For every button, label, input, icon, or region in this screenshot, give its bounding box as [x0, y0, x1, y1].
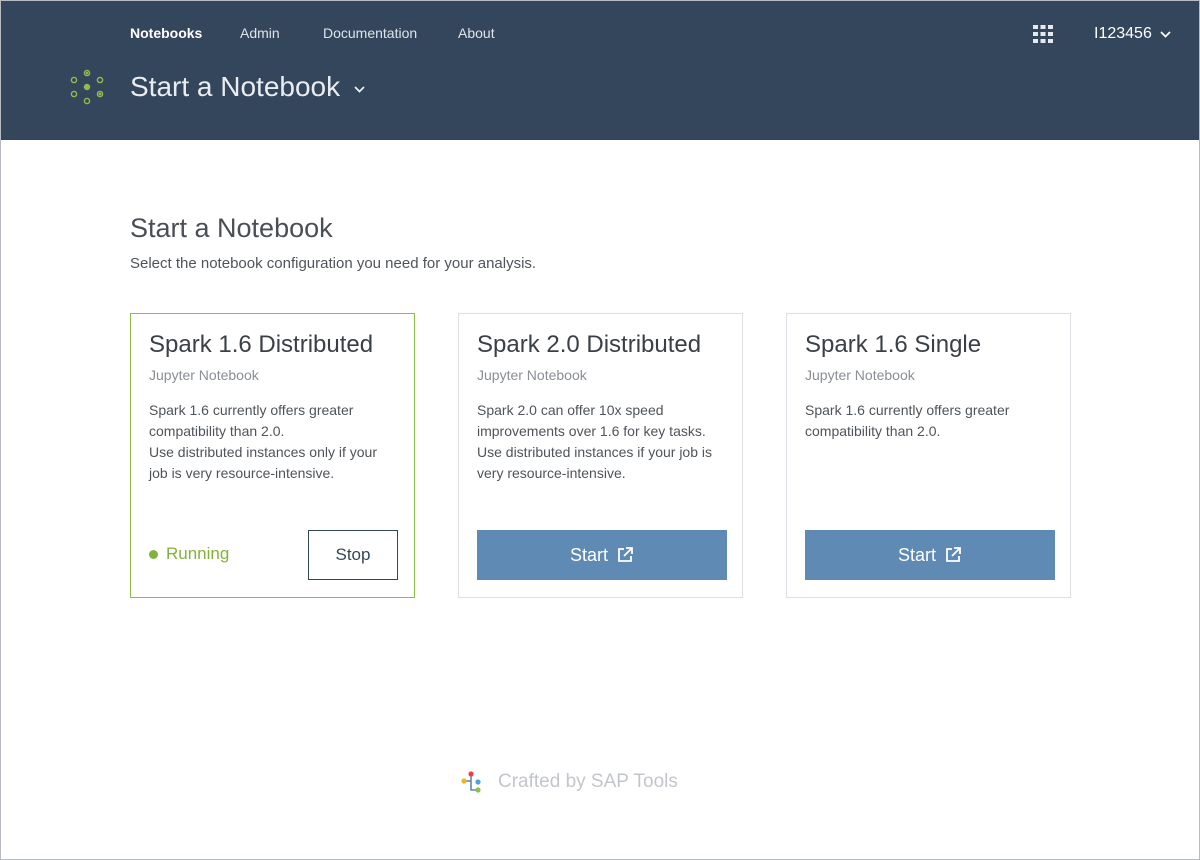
start-button[interactable]: Start — [805, 530, 1055, 580]
sap-tools-logo-icon — [460, 770, 484, 794]
app-window: Notebooks Admin Documentation About I123… — [0, 0, 1200, 860]
card-description-line: job is very resource-intensive. — [149, 465, 335, 481]
start-button-label: Start — [569, 544, 608, 565]
card-description-line: improvements over 1.6 for key tasks. — [477, 423, 706, 439]
external-link-icon — [944, 546, 962, 564]
notebook-card-spark20-distributed: Spark 2.0 Distributed Jupyter Notebook S… — [458, 313, 743, 598]
app-title: Start a Notebook — [130, 71, 341, 102]
stop-button[interactable]: Stop — [308, 530, 398, 580]
notebook-card-spark16-distributed: Spark 1.6 Distributed Jupyter Notebook S… — [130, 313, 415, 598]
status-text: Running — [166, 544, 230, 563]
external-link-icon — [616, 546, 634, 564]
card-description-line: compatibility than 2.0. — [149, 423, 285, 439]
chevron-down-icon — [1160, 30, 1171, 38]
top-header: Notebooks Admin Documentation About I123… — [1, 1, 1199, 140]
chevron-down-icon — [354, 82, 365, 93]
card-description-line: Use distributed instances if your job is — [477, 444, 712, 460]
card-description-line: Spark 1.6 currently offers greater — [805, 402, 1010, 418]
nav-item-admin[interactable]: Admin — [240, 25, 280, 41]
card-description-line: compatibility than 2.0. — [805, 423, 941, 439]
card-description: Spark 1.6 currently offers greater compa… — [805, 400, 1055, 442]
card-description-line: very resource-intensive. — [477, 465, 626, 481]
card-title: Spark 1.6 Single — [805, 331, 982, 358]
start-button-label: Start — [897, 544, 936, 565]
status-dot-icon — [149, 549, 158, 559]
page-title: Start a Notebook — [130, 213, 333, 243]
card-description-line: Spark 2.0 can offer 10x speed — [477, 402, 664, 418]
user-id: I123456 — [1094, 25, 1152, 42]
app-title-dropdown[interactable]: Start a Notebook — [130, 69, 365, 105]
start-button[interactable]: Start — [477, 530, 727, 580]
card-type: Jupyter Notebook — [805, 367, 915, 383]
user-menu[interactable]: I123456 — [1094, 23, 1171, 45]
page-subtitle: Select the notebook configuration you ne… — [130, 255, 537, 272]
dots-circle-logo-icon — [69, 69, 105, 105]
nav-item-about[interactable]: About — [458, 25, 495, 41]
status-indicator: Running — [149, 544, 229, 564]
footer: Crafted by SAP Tools — [460, 770, 678, 794]
card-type: Jupyter Notebook — [149, 367, 259, 383]
notebook-card-spark16-single: Spark 1.6 Single Jupyter Notebook Spark … — [786, 313, 1071, 598]
nav-item-notebooks[interactable]: Notebooks — [130, 25, 202, 41]
footer-text: Crafted by SAP Tools — [498, 771, 678, 792]
card-description-line: Use distributed instances only if your — [149, 444, 377, 460]
card-title: Spark 2.0 Distributed — [477, 331, 702, 358]
card-title: Spark 1.6 Distributed — [149, 331, 374, 358]
grid-icon[interactable] — [1033, 25, 1053, 43]
card-description-line: Spark 1.6 currently offers greater — [149, 402, 354, 418]
card-type: Jupyter Notebook — [477, 367, 587, 383]
card-description: Spark 1.6 currently offers greater compa… — [149, 400, 399, 484]
nav-item-documentation[interactable]: Documentation — [323, 25, 417, 41]
card-description: Spark 2.0 can offer 10x speed improvemen… — [477, 400, 727, 484]
